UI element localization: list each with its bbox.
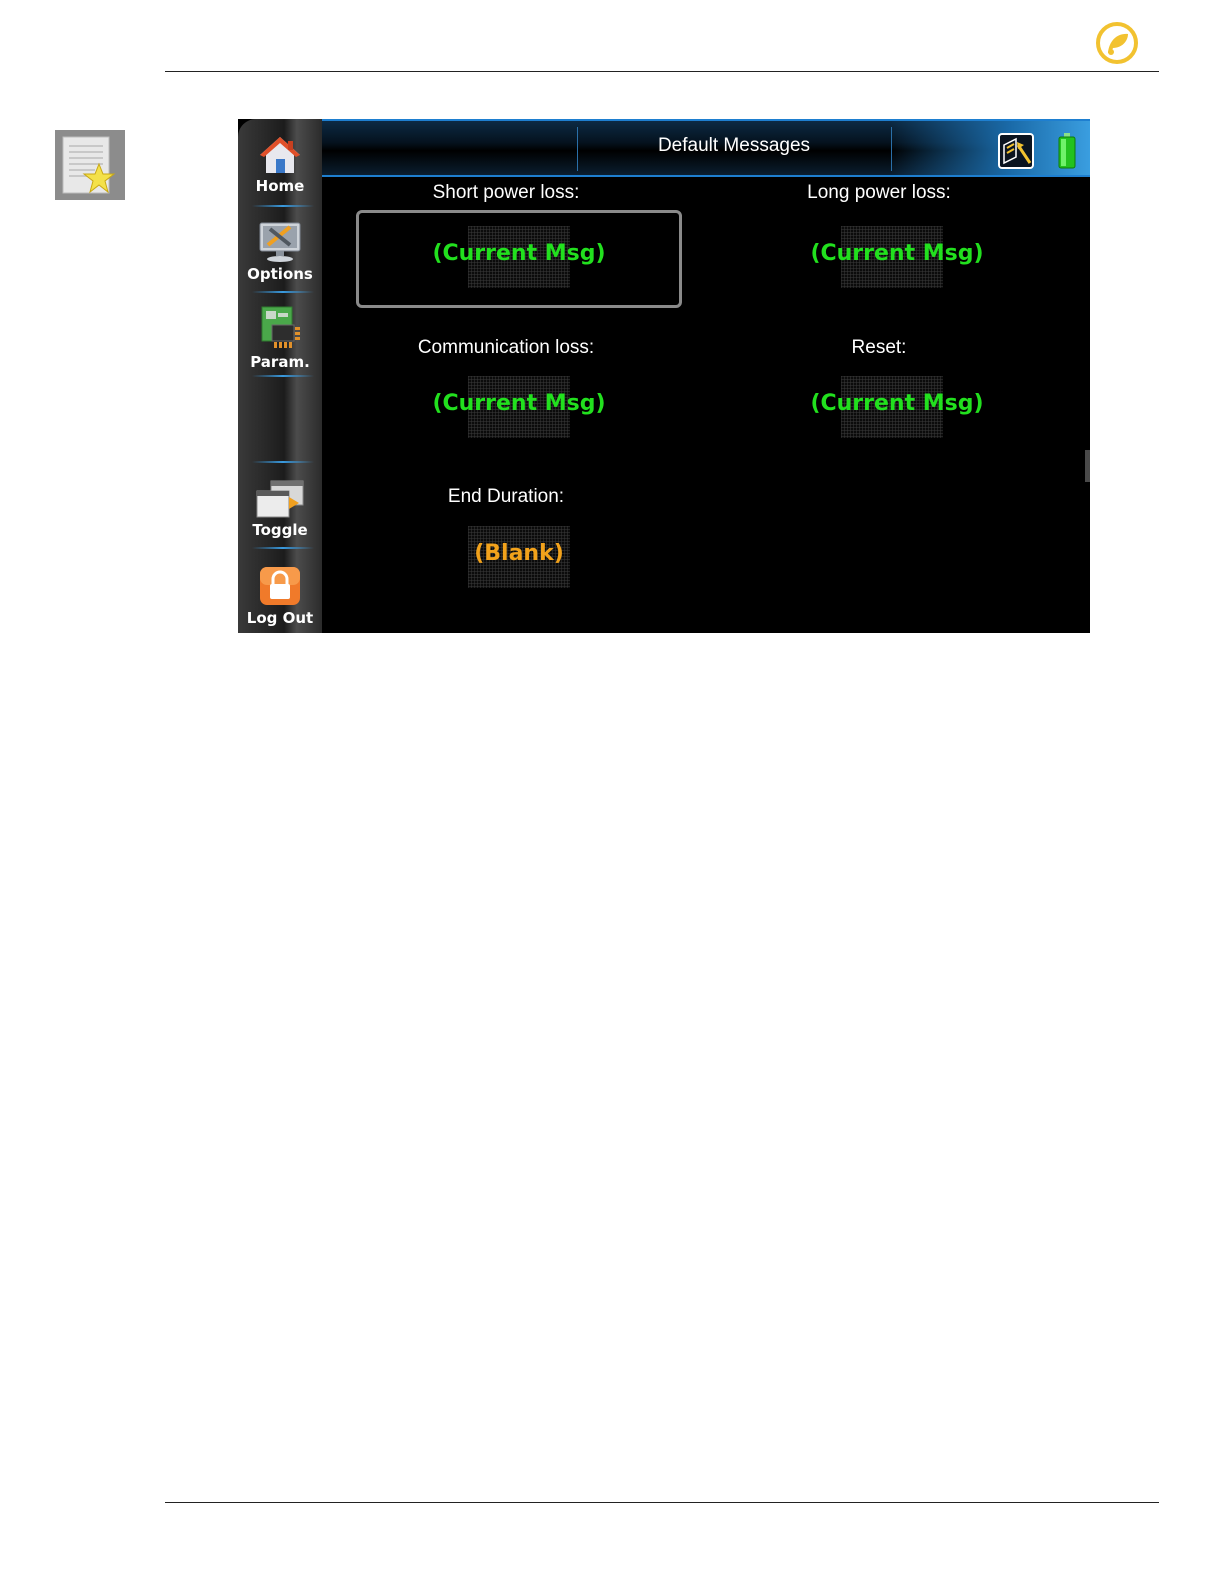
nav-divider (252, 461, 314, 463)
communication-loss-label: Communication loss: (417, 337, 595, 358)
communication-loss-field[interactable]: (Current Msg) (359, 363, 679, 455)
sidebar-item-param[interactable]: Param. (238, 305, 322, 371)
end-duration-field[interactable]: (Blank) (359, 513, 679, 605)
header-divider (891, 127, 892, 171)
header-rule (165, 71, 1159, 72)
sidebar-item-label: Param. (250, 353, 310, 371)
lock-icon (260, 567, 300, 605)
page-title: Default Messages (657, 135, 811, 156)
communication-loss-value: (Current Msg) (432, 391, 606, 416)
sidebar-item-label: Toggle (252, 521, 308, 539)
end-duration-value: (Blank) (474, 541, 564, 566)
document-star-icon (55, 130, 125, 200)
sidebar-item-logout[interactable]: Log Out (238, 565, 322, 627)
nav-divider (252, 375, 314, 377)
device-screen: Home Options Param. Toggle Log Out Defau… (238, 119, 1090, 633)
short-power-loss-label: Short power loss: (432, 182, 580, 203)
sidebar-item-label: Options (247, 265, 313, 283)
short-power-loss-value: (Current Msg) (432, 241, 606, 266)
options-tools-icon (259, 222, 301, 262)
long-power-loss-value: (Current Msg) (810, 241, 984, 266)
nav-divider (252, 547, 314, 549)
end-duration-label: End Duration: (447, 486, 565, 507)
sidebar-item-options[interactable]: Options (238, 221, 322, 283)
short-power-loss-field[interactable]: (Current Msg) (356, 210, 682, 308)
toggle-windows-icon (256, 480, 304, 518)
sidebar-item-toggle[interactable]: Toggle (238, 479, 322, 539)
sidebar-item-label: Home (255, 177, 305, 195)
home-icon (260, 137, 300, 173)
scroll-handle[interactable] (1085, 450, 1090, 482)
brand-logo-icon (1096, 22, 1138, 64)
sidebar-item-home[interactable]: Home (238, 135, 322, 195)
screen-header: Default Messages (322, 119, 1090, 177)
nav-divider (252, 291, 314, 293)
network-icon[interactable] (998, 133, 1034, 169)
long-power-loss-label: Long power loss: (807, 182, 951, 203)
reset-field[interactable]: (Current Msg) (734, 363, 1060, 455)
reset-value: (Current Msg) (810, 391, 984, 416)
parameters-chip-icon (261, 306, 300, 348)
footer-rule (165, 1502, 1159, 1503)
battery-icon (1058, 133, 1076, 169)
long-power-loss-field[interactable]: (Current Msg) (734, 213, 1060, 305)
reset-label: Reset: (851, 337, 907, 358)
sidebar: Home Options Param. Toggle Log Out (238, 119, 322, 633)
sidebar-item-label: Log Out (246, 609, 314, 627)
nav-divider (252, 205, 314, 207)
